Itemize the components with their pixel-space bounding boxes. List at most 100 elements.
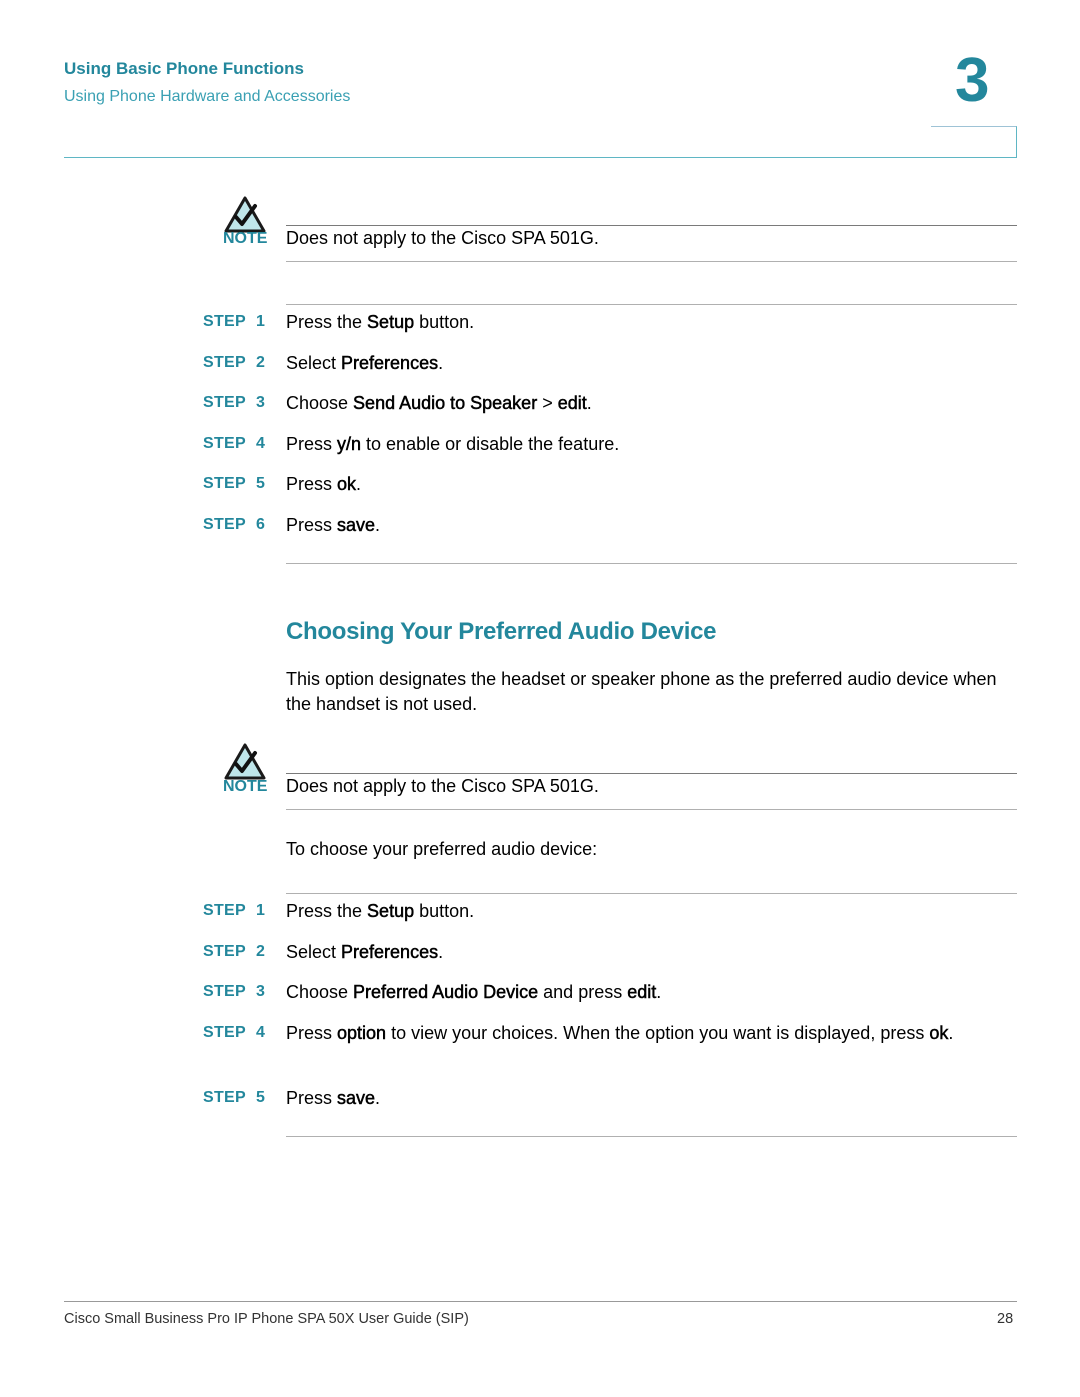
step-label: STEP 4 [203,435,265,453]
step-label: STEP 3 [203,394,265,412]
step-number: 1 [256,902,266,919]
steps-bottom-rule [286,563,1017,564]
step-text: Select Preferences. [286,351,1016,376]
note-label: NOTE [223,778,268,795]
note-text: Does not apply to the Cisco SPA 501G. [286,776,599,796]
step-text: Press save. [286,513,1016,538]
note-label: NOTE [223,230,268,247]
header-divider [64,157,1017,158]
step-text-part: Select [286,353,342,373]
page-number: 28 [997,1311,1014,1327]
step-text-part: Select [286,942,342,962]
step-text-part: and press [538,982,628,1002]
section-subtitle: Using Phone Hardware and Accessories [64,88,351,105]
step-label: STEP 6 [203,516,265,534]
step-text-part: Press the [286,312,368,332]
ui-term: ok [337,474,357,495]
step-word: STEP [203,313,246,330]
step-word: STEP [203,943,246,960]
step-text-part: . [948,1023,954,1043]
step-text-part: Press the [286,901,368,921]
step-word: STEP [203,516,246,533]
note-checkmark-icon [224,196,266,233]
step-text: Press y/n to enable or disable the featu… [286,432,1016,457]
step-number: 2 [256,943,266,960]
step-label: STEP 3 [203,983,265,1001]
step-text-part: to enable or disable the feature. [361,434,620,454]
step-text-part: . [375,1088,381,1108]
step-label: STEP 1 [203,902,265,920]
chapter-number: 3 [955,46,990,115]
steps-top-rule [286,304,1017,305]
step-label: STEP 1 [203,313,265,331]
step-text: Choose Preferred Audio Device and press … [286,980,1016,1005]
note-bottom-rule [286,261,1017,262]
step-text-part: Press [286,474,338,494]
note-text: Does not apply to the Cisco SPA 501G. [286,228,599,248]
step-text: Press save. [286,1086,1016,1111]
footer-divider [64,1301,1017,1302]
step-text-part: Choose [286,982,354,1002]
step-text: Choose Send Audio to Speaker > edit. [286,391,1016,416]
lead-in-text: To choose your preferred audio device: [286,839,598,859]
step-number: 3 [256,983,266,1000]
step-label: STEP 4 [203,1024,265,1042]
ui-term: Send Audio to Speaker [353,393,538,414]
chapter-title: Using Basic Phone Functions [64,59,304,78]
step-word: STEP [203,1024,246,1041]
step-text-part: . [375,515,381,535]
step-text-part: Press [286,434,338,454]
step-text-part: to view your choices. When the option yo… [386,1023,930,1043]
step-text: Press option to view your choices. When … [286,1021,1016,1046]
step-text-part: button. [414,901,475,921]
note-bottom-rule [286,809,1017,810]
ui-term: ok [929,1023,949,1044]
step-label: STEP 2 [203,943,265,961]
ui-term: save [337,515,376,536]
footer-doc-title: Cisco Small Business Pro IP Phone SPA 50… [64,1311,469,1327]
step-text-part: . [356,474,362,494]
step-text: Press the Setup button. [286,899,1016,924]
ui-term: edit [627,982,657,1003]
step-word: STEP [203,1089,246,1106]
step-text-part: Press [286,515,338,535]
step-number: 4 [256,435,266,452]
step-word: STEP [203,435,246,452]
ui-term: Preferred Audio Device [353,982,539,1003]
step-number: 6 [256,516,266,533]
chapter-tab-decoration [931,126,1017,158]
note-checkmark-icon [224,743,266,780]
step-text-part: . [438,942,444,962]
step-number: 4 [256,1024,266,1041]
step-word: STEP [203,983,246,1000]
ui-term: Preferences [341,353,439,374]
ui-term: Setup [367,312,415,333]
step-word: STEP [203,394,246,411]
ui-term: edit [557,393,587,414]
step-text-part: Press [286,1088,338,1108]
step-text: Select Preferences. [286,940,1016,965]
step-text: Press ok. [286,472,1016,497]
step-text: Press the Setup button. [286,310,1016,335]
step-text-part: . [656,982,662,1002]
step-label: STEP 5 [203,475,265,493]
steps-top-rule [286,893,1017,894]
section-heading: Choosing Your Preferred Audio Device [286,618,717,645]
ui-term: save [337,1088,376,1109]
note-top-rule [286,773,1017,774]
step-label: STEP 5 [203,1089,265,1107]
step-label: STEP 2 [203,354,265,372]
step-number: 5 [256,475,266,492]
step-text-part: . [438,353,444,373]
ui-term: option [337,1023,387,1044]
step-word: STEP [203,902,246,919]
steps-bottom-rule [286,1136,1017,1137]
ui-term: Preferences [341,942,439,963]
step-number: 2 [256,354,266,371]
step-number: 1 [256,313,266,330]
section-intro: This option designates the headset or sp… [286,669,997,714]
step-text-part: button. [414,312,475,332]
step-number: 5 [256,1089,266,1106]
step-word: STEP [203,475,246,492]
step-text-part: Choose [286,393,354,413]
